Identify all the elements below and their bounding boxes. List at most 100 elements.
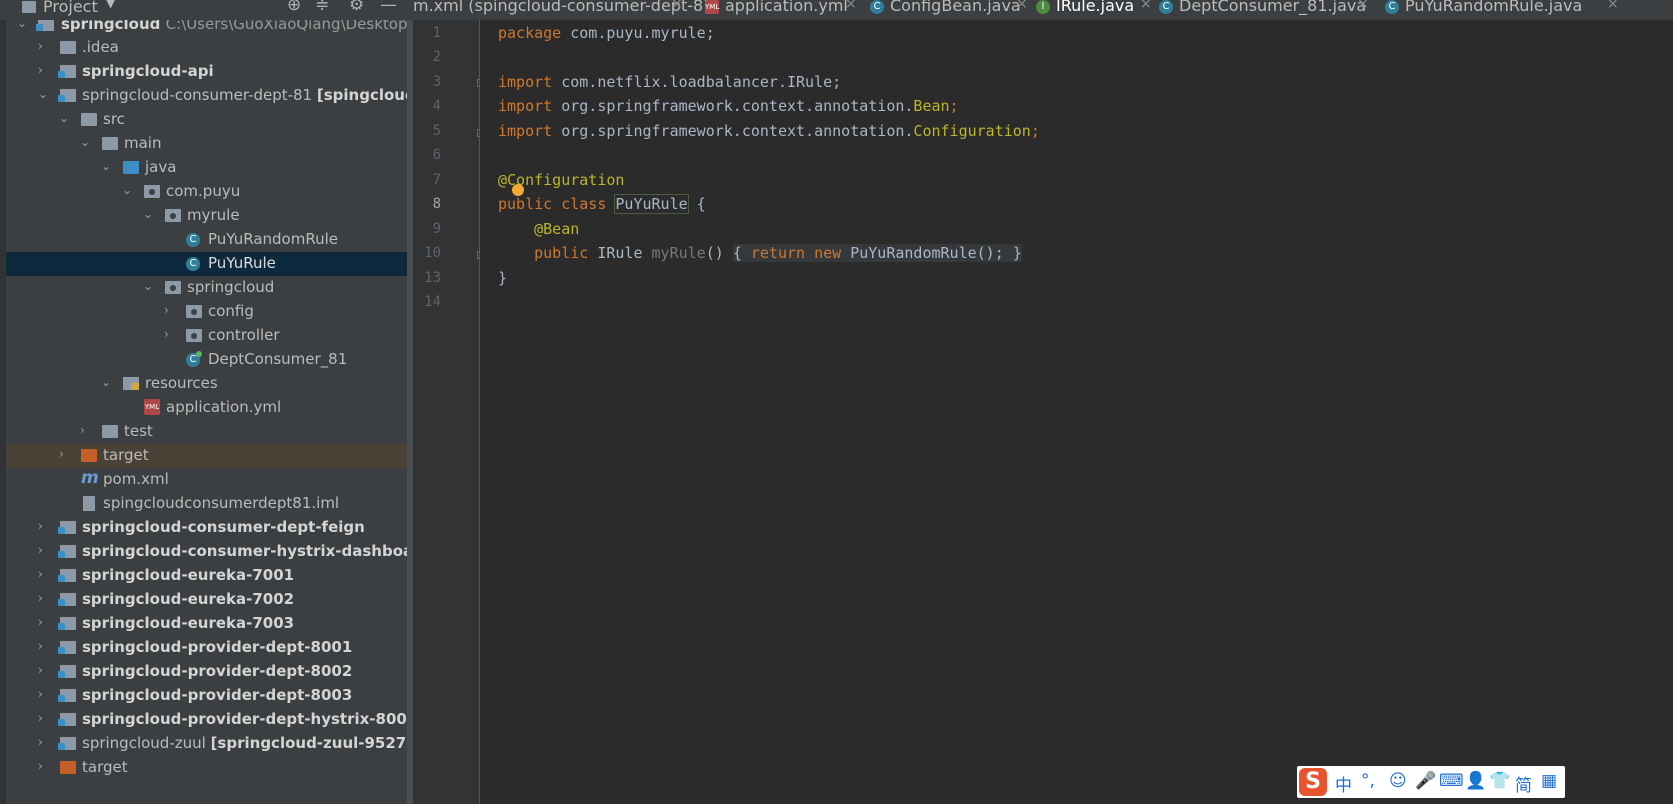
tree-item-hystrix-dashboard[interactable]: › springcloud-consumer-hystrix-dashboard — [6, 540, 413, 564]
intention-bulb-icon[interactable] — [512, 184, 524, 196]
tree-item-myrule[interactable]: ⌄ myrule — [6, 204, 413, 228]
tree-item-deptconsumer-81[interactable]: C DeptConsumer_81 — [6, 348, 413, 372]
chevron-right-icon[interactable]: › — [38, 39, 43, 53]
tree-item-springcloud-root[interactable]: ⌄ springcloud C:\Users\GuoXiaoQiang\Desk… — [6, 20, 413, 37]
tree-item-label: myrule — [187, 206, 240, 224]
class-name-token[interactable]: PuYuRule — [614, 194, 689, 214]
folded-region[interactable]: { return new PuYuRandomRule(); } — [732, 244, 1022, 262]
tree-item-provider-dept-8003[interactable]: › springcloud-provider-dept-8003 — [6, 684, 413, 708]
user-icon[interactable]: 👤 — [1465, 771, 1486, 791]
chevron-right-icon[interactable]: › — [38, 63, 43, 77]
chevron-down-icon[interactable]: ⌄ — [38, 87, 48, 101]
chevron-right-icon[interactable]: › — [38, 615, 43, 629]
close-icon[interactable]: × — [671, 0, 683, 12]
tree-item-eureka-7003[interactable]: › springcloud-eureka-7003 — [6, 612, 413, 636]
chevron-right-icon[interactable]: › — [38, 687, 43, 701]
chevron-right-icon[interactable]: › — [38, 735, 43, 749]
tree-item-springcloud-package[interactable]: ⌄ springcloud — [6, 276, 413, 300]
tree-item-eureka-7002[interactable]: › springcloud-eureka-7002 — [6, 588, 413, 612]
folder-icon — [102, 137, 118, 150]
close-icon[interactable]: × — [1016, 0, 1028, 12]
tab-configbean-java[interactable]: C ConfigBean.java × — [870, 0, 1030, 20]
toolbox-icon[interactable]: ▦ — [1541, 771, 1557, 791]
tree-item-config[interactable]: › config — [6, 300, 413, 324]
module-icon — [58, 617, 76, 630]
chevron-right-icon[interactable]: › — [164, 303, 169, 317]
tree-item-eureka-7001[interactable]: › springcloud-eureka-7001 — [6, 564, 413, 588]
tree-item-target[interactable]: › target — [6, 444, 413, 468]
chevron-right-icon[interactable]: › — [38, 639, 43, 653]
tab-deptconsumer-81-java[interactable]: C DeptConsumer_81.java × — [1159, 0, 1381, 20]
tree-item-consumer-dept-feign[interactable]: › springcloud-consumer-dept-feign — [6, 516, 413, 540]
chevron-right-icon[interactable]: › — [38, 567, 43, 581]
chevron-right-icon[interactable]: › — [38, 759, 43, 773]
tree-item-application-yml[interactable]: YML application.yml — [6, 396, 413, 420]
tree-item-provider-dept-8001[interactable]: › springcloud-provider-dept-8001 — [6, 636, 413, 660]
tree-item-main[interactable]: ⌄ main — [6, 132, 413, 156]
chevron-down-icon[interactable]: ⌄ — [80, 135, 90, 149]
tree-item-resources[interactable]: ⌄ resources — [6, 372, 413, 396]
keyboard-icon[interactable]: ⌨ — [1439, 771, 1464, 791]
chevron-right-icon[interactable]: › — [38, 591, 43, 605]
chevron-right-icon[interactable]: › — [38, 519, 43, 533]
tree-item-target-root[interactable]: › target — [6, 756, 413, 780]
project-tree: ⌄ springcloud C:\Users\GuoXiaoQiang\Desk… — [0, 20, 413, 804]
chevron-right-icon[interactable]: › — [59, 447, 64, 461]
tree-item-idea[interactable]: › .idea — [6, 36, 413, 60]
chevron-right-icon[interactable]: › — [38, 711, 43, 725]
module-icon — [58, 65, 76, 78]
tab-application-yml[interactable]: YML application.yml × — [705, 0, 865, 20]
tab-pom-xml[interactable]: m.xml (spingcloud-consumer-dept-81) × — [413, 0, 720, 20]
tree-item-provider-dept-8002[interactable]: › springcloud-provider-dept-8002 — [6, 660, 413, 684]
tree-item-consumer-dept-81[interactable]: ⌄ springcloud-consumer-dept-81 [spingclo… — [6, 84, 413, 108]
tree-item-com-puyu[interactable]: ⌄ com.puyu — [6, 180, 413, 204]
excluded-folder-icon — [81, 449, 97, 462]
sogou-logo-icon[interactable]: S — [1299, 768, 1327, 796]
chevron-down-icon[interactable]: ⌄ — [122, 183, 132, 197]
chevron-down-icon[interactable]: ▼ — [106, 0, 115, 10]
chevron-down-icon[interactable]: ⌄ — [17, 20, 27, 30]
chevron-right-icon[interactable]: › — [38, 663, 43, 677]
close-icon[interactable]: × — [1607, 0, 1619, 12]
tree-item-springcloud-zuul[interactable]: › springcloud-zuul [springcloud-zuul-952… — [6, 732, 413, 756]
tree-item-puyurandomrule[interactable]: C PuYuRandomRule — [6, 228, 413, 252]
close-icon[interactable]: × — [845, 0, 857, 12]
chinese-mode-icon[interactable]: 中 — [1335, 771, 1352, 796]
code-editor[interactable]: package com.puyu.myrule; import com.netf… — [480, 20, 1673, 804]
class-icon: C — [1385, 0, 1399, 14]
tree-item-java[interactable]: ⌄ java — [6, 156, 413, 180]
line-number: 7 — [432, 172, 441, 188]
tree-item-pom-xml[interactable]: m pom.xml — [6, 468, 413, 492]
locate-icon[interactable]: ⊕ — [287, 0, 301, 15]
chevron-right-icon[interactable]: › — [38, 543, 43, 557]
gear-icon[interactable]: ⚙ — [349, 0, 364, 15]
skin-icon[interactable]: 👕 — [1489, 771, 1510, 791]
tree-item-test[interactable]: › test — [6, 420, 413, 444]
yml-file-icon: YML — [144, 399, 160, 415]
emoji-icon[interactable]: ☺ — [1389, 771, 1407, 791]
chevron-down-icon[interactable]: ⌄ — [143, 207, 153, 221]
close-icon[interactable]: × — [1357, 0, 1369, 12]
chevron-down-icon[interactable]: ⌄ — [143, 279, 153, 293]
tree-item-puyurule[interactable]: C PuYuRule — [6, 252, 413, 276]
chevron-down-icon[interactable]: ⌄ — [101, 159, 111, 173]
chevron-right-icon[interactable]: › — [80, 423, 85, 437]
tree-item-src[interactable]: ⌄ src — [6, 108, 413, 132]
close-icon[interactable]: × — [1140, 0, 1152, 12]
tab-irule-java[interactable]: I IRule.java × — [1036, 0, 1154, 20]
punctuation-icon[interactable]: °, — [1361, 771, 1375, 791]
chevron-down-icon[interactable]: ⌄ — [59, 111, 69, 125]
collapse-all-icon[interactable]: ≑ — [315, 0, 329, 15]
tree-item-label: springcloud-consumer-hystrix-dashboard — [82, 542, 413, 560]
hide-panel-icon[interactable]: — — [380, 0, 397, 15]
project-view-selector[interactable]: Project — [43, 0, 98, 16]
chevron-down-icon[interactable]: ⌄ — [101, 375, 111, 389]
chevron-right-icon[interactable]: › — [164, 327, 169, 341]
simplified-icon[interactable]: 简 — [1515, 771, 1532, 796]
tree-item-springcloud-api[interactable]: › springcloud-api — [6, 60, 413, 84]
tab-puyurandomrule-java[interactable]: C PuYuRandomRule.java × — [1385, 0, 1625, 20]
tree-item-controller[interactable]: › controller — [6, 324, 413, 348]
tree-item-iml[interactable]: spingcloudconsumerdept81.iml — [6, 492, 413, 516]
microphone-icon[interactable]: 🎤 — [1415, 771, 1436, 791]
tree-item-provider-dept-hystrix-8001[interactable]: › springcloud-provider-dept-hystrix-8001 — [6, 708, 413, 732]
